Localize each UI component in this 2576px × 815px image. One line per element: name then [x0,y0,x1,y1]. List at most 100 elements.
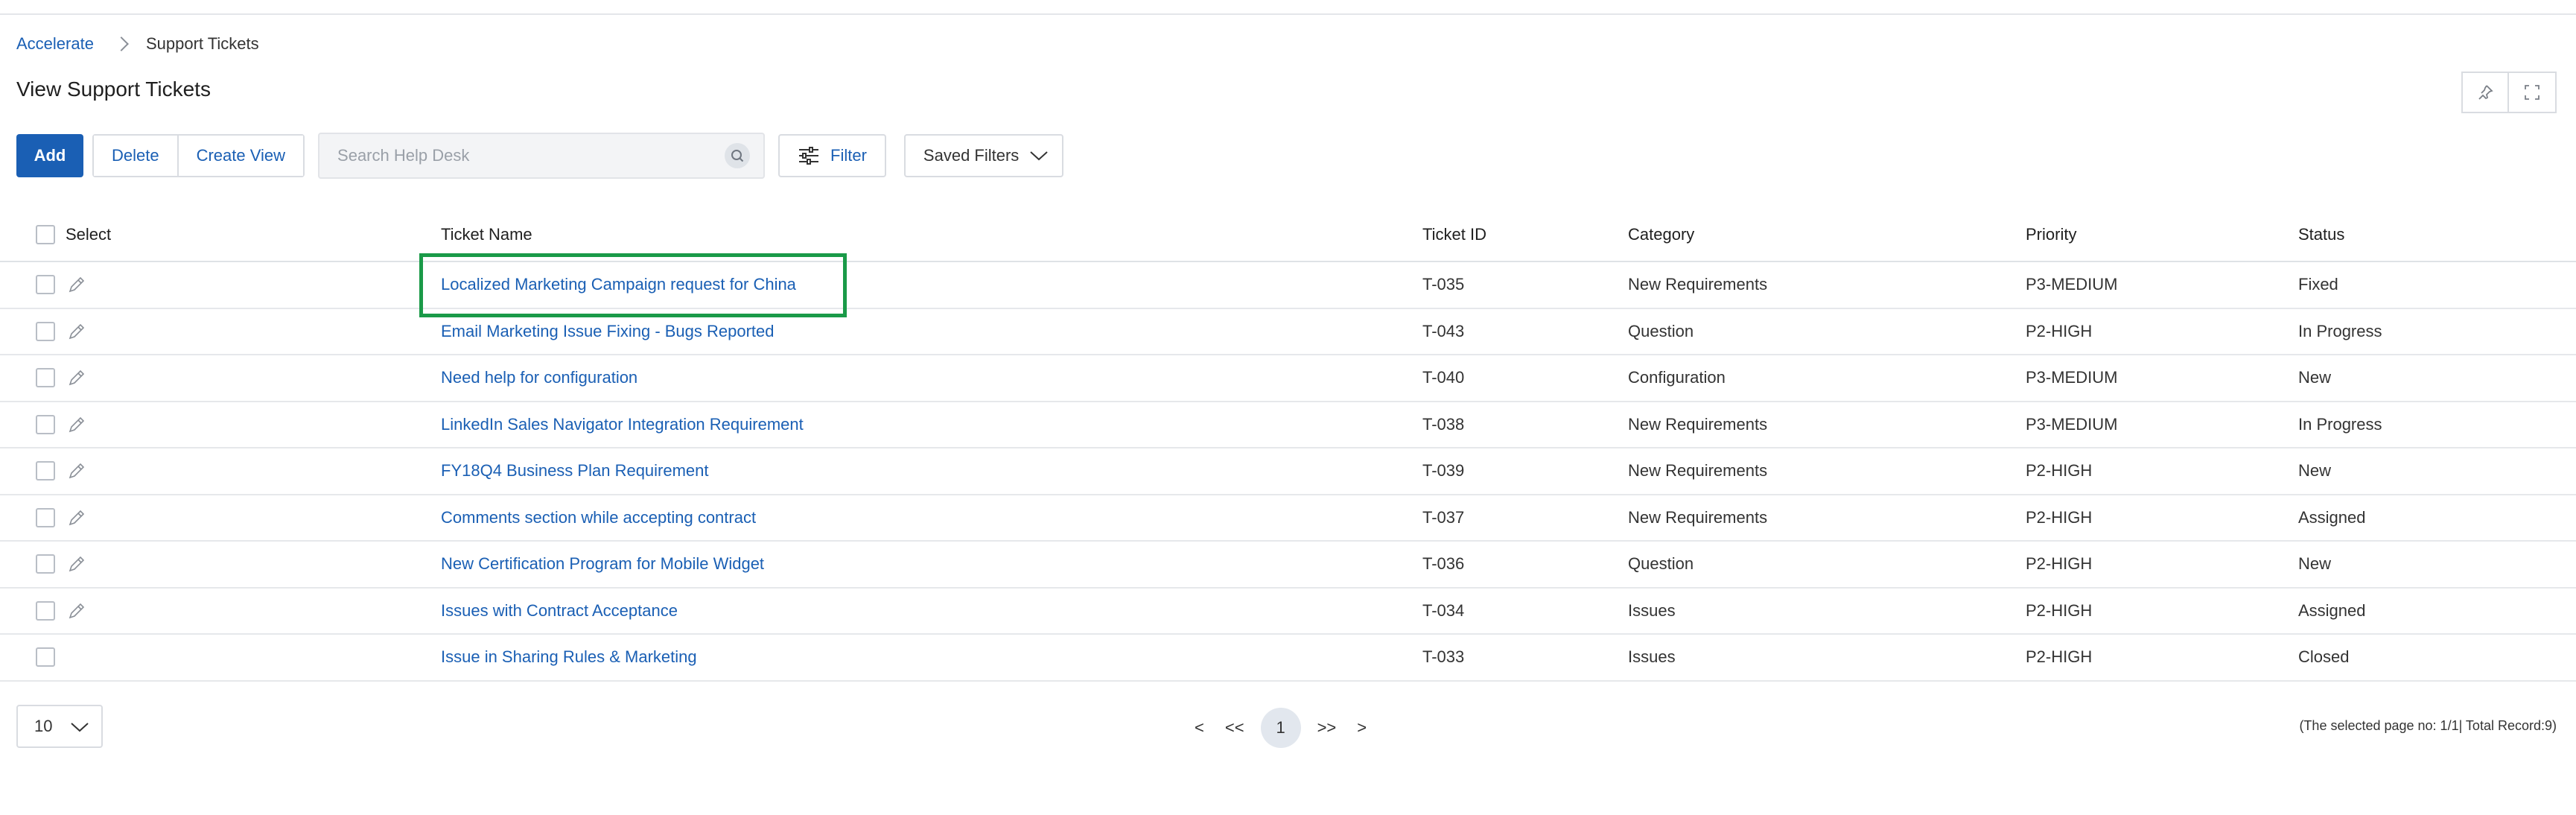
row-checkbox[interactable] [36,600,55,621]
table-body: Localized Marketing Campaign request for… [0,262,2576,682]
current-page-button[interactable]: 1 [1260,708,1301,748]
ticket-name-link[interactable]: FY18Q4 Business Plan Requirement [441,448,709,494]
ticket-category: New Requirements [1628,507,1768,527]
page-size-select[interactable]: 10 [16,705,103,748]
pin-icon [2478,85,2493,100]
row-checkbox[interactable] [36,368,55,388]
create-view-button[interactable]: Create View [176,136,304,176]
ticket-name-link[interactable]: Localized Marketing Campaign request for… [441,262,796,308]
last-page-button[interactable]: >> [1317,718,1337,738]
pagination: < << 1 >> > [1184,708,1377,748]
saved-filters-dropdown[interactable]: Saved Filters [903,134,1064,177]
pencil-icon[interactable] [67,554,86,574]
ticket-priority: P2-HIGH [2026,507,2093,527]
pencil-icon[interactable] [67,601,86,621]
pencil-icon[interactable] [67,415,86,434]
pin-button[interactable] [2461,72,2509,113]
pencil-icon[interactable] [67,322,86,341]
filter-button[interactable]: Filter [778,134,886,177]
row-select-cell [36,309,86,355]
ticket-name-link[interactable]: LinkedIn Sales Navigator Integration Req… [441,402,804,448]
pencil-icon[interactable] [67,508,86,527]
table-row: Email Marketing Issue Fixing - Bugs Repo… [0,309,2576,355]
row-select-cell [36,262,86,308]
ticket-status: New [2298,368,2332,387]
row-select-cell [36,542,86,587]
ticket-priority: P2-HIGH [2026,600,2093,620]
pencil-icon[interactable] [67,461,86,481]
first-page-button[interactable]: << [1225,718,1244,738]
row-checkbox[interactable] [36,321,55,341]
page-size-value: 10 [34,717,53,735]
toolbar: Add Delete Create View Filter Saved Filt… [16,133,1064,179]
ticket-category: Issues [1628,647,1676,667]
search-input[interactable] [337,146,725,165]
table-row: LinkedIn Sales Navigator Integration Req… [0,402,2576,448]
fullscreen-button[interactable] [2509,72,2557,113]
next-page-button[interactable]: > [1357,718,1367,738]
row-checkbox[interactable] [36,414,55,434]
ticket-id: T-037 [1422,507,1465,527]
page-title: View Support Tickets [16,77,211,101]
ticket-category: New Requirements [1628,414,1768,434]
ticket-id: T-039 [1422,461,1465,481]
ticket-priority: P3-MEDIUM [2026,275,2118,294]
column-header-priority[interactable]: Priority [2026,209,2076,261]
column-header-select: Select [66,225,112,244]
prev-page-button[interactable]: < [1195,718,1204,738]
ticket-id: T-040 [1422,368,1465,387]
column-header-ticket-id[interactable]: Ticket ID [1422,209,1486,261]
row-checkbox[interactable] [36,647,55,667]
breadcrumb: Accelerate Support Tickets [16,33,259,55]
breadcrumb-root-link[interactable]: Accelerate [16,34,94,54]
column-header-category[interactable]: Category [1628,209,1694,261]
table-header-row: Select Ticket Name Ticket ID Category Pr… [0,209,2576,262]
column-header-status[interactable]: Status [2298,209,2344,261]
filter-label: Filter [830,146,867,165]
ticket-name-link[interactable]: Email Marketing Issue Fixing - Bugs Repo… [441,309,775,355]
ticket-category: Question [1628,321,1694,340]
pencil-icon[interactable] [67,275,86,294]
ticket-name-link[interactable]: New Certification Program for Mobile Wid… [441,542,764,587]
ticket-status: New [2298,554,2332,574]
row-select-cell [36,589,86,634]
tickets-table: Select Ticket Name Ticket ID Category Pr… [0,209,2576,682]
row-checkbox[interactable] [36,461,55,481]
pencil-icon[interactable] [67,368,86,387]
ticket-id: T-038 [1422,414,1465,434]
ticket-priority: P2-HIGH [2026,647,2093,667]
table-row: FY18Q4 Business Plan Requirement T-039 New… [0,448,2576,495]
search-icon[interactable] [725,143,751,168]
delete-button[interactable]: Delete [94,136,177,176]
search-box [318,133,766,179]
ticket-status: Closed [2298,647,2350,667]
select-all-checkbox[interactable] [36,225,55,244]
row-checkbox[interactable] [36,554,55,574]
ticket-category: New Requirements [1628,461,1768,481]
row-checkbox[interactable] [36,275,55,295]
table-row: Issues with Contract Acceptance T-034 Issu… [0,589,2576,635]
row-select-cell [36,448,86,494]
ticket-id: T-034 [1422,600,1465,620]
row-select-cell [36,402,86,448]
page-info: (The selected page no: 1/1| Total Record… [2299,718,2557,733]
ticket-status: In Progress [2298,414,2382,434]
ticket-name-link[interactable]: Comments section while accepting contrac… [441,495,756,541]
ticket-name-link[interactable]: Issue in Sharing Rules & Marketing [441,635,697,680]
table-row: New Certification Program for Mobile Wid… [0,542,2576,589]
ticket-name-link[interactable]: Need help for configuration [441,355,637,401]
ticket-id: T-043 [1422,321,1465,340]
saved-filters-label: Saved Filters [923,146,1020,165]
ticket-priority: P2-HIGH [2026,321,2093,340]
ticket-status: Assigned [2298,507,2366,527]
table-row: Issue in Sharing Rules & Marketing T-033 I… [0,635,2576,682]
row-checkbox[interactable] [36,507,55,527]
add-button[interactable]: Add [16,134,83,177]
column-header-ticket-name[interactable]: Ticket Name [441,209,532,261]
table-row: Comments section while accepting contrac… [0,495,2576,542]
view-actions [2461,72,2557,113]
row-select-cell [36,355,86,401]
table-row: Need help for configuration T-040 Configur… [0,355,2576,402]
ticket-status: New [2298,461,2332,481]
ticket-name-link[interactable]: Issues with Contract Acceptance [441,589,678,634]
